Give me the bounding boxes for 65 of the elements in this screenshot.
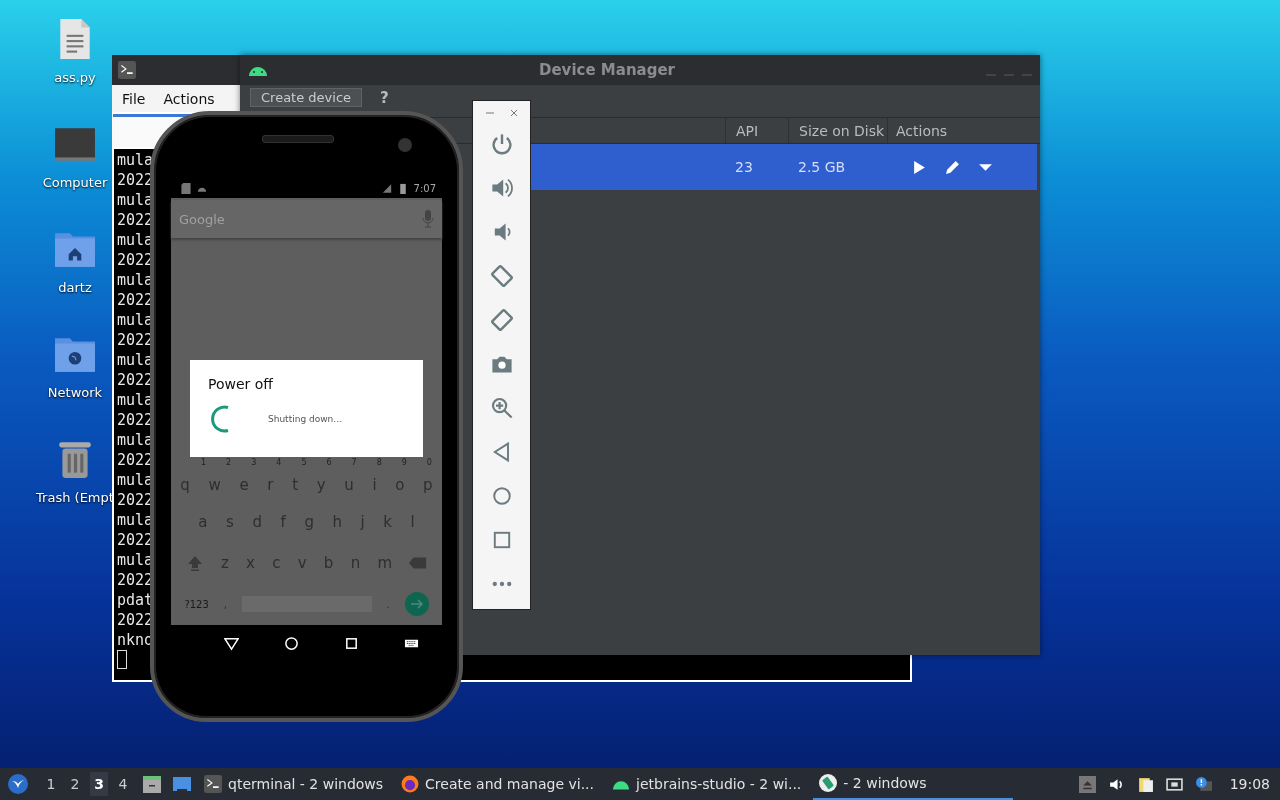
- overview-icon[interactable]: [344, 635, 360, 651]
- rotate-right-icon[interactable]: [489, 308, 514, 332]
- desktop-icon-label[interactable]: Network: [47, 385, 103, 400]
- device-row[interactable]: 23 2.5 GB: [531, 144, 1037, 190]
- window-title: Device Manager: [539, 61, 675, 79]
- fox-globe-icon: [401, 775, 420, 793]
- close-icon[interactable]: [508, 108, 519, 118]
- volume-up-icon[interactable]: [489, 176, 514, 200]
- status-time: 7:07: [413, 182, 436, 194]
- help-button[interactable]: ?: [374, 88, 395, 108]
- column-header[interactable]: Actions: [887, 118, 1017, 143]
- clipboard-icon[interactable]: [1136, 775, 1154, 793]
- clock[interactable]: 19:08: [1229, 776, 1270, 792]
- task-button[interactable]: Create and manage vi...: [395, 768, 600, 800]
- dialog-title: Power off: [208, 376, 275, 392]
- table-cell-text: 23: [734, 159, 754, 175]
- key-hint: 5: [301, 458, 307, 468]
- desktop-icon-label[interactable]: dartz: [58, 280, 92, 295]
- column-header[interactable]: API: [725, 118, 788, 143]
- desktop-icon-label[interactable]: ass.py: [54, 70, 96, 85]
- network-icon[interactable]: [1165, 775, 1183, 793]
- desktop-icon-label[interactable]: Computer: [42, 175, 108, 190]
- task-button[interactable]: - 2 windows: [813, 768, 1013, 800]
- workspace-button[interactable]: 3: [90, 772, 108, 796]
- terminal-line: pdat: [117, 590, 154, 610]
- signal-icon: [381, 182, 392, 194]
- back-icon[interactable]: [223, 635, 239, 651]
- key-hint: 2: [226, 458, 232, 468]
- rotate-left-icon[interactable]: [489, 264, 514, 288]
- battery-icon: [397, 182, 408, 194]
- key-hint: 4: [276, 458, 282, 468]
- eject-icon[interactable]: [1078, 775, 1096, 793]
- workspace-button[interactable]: 2: [66, 772, 84, 796]
- column-header[interactable]: Size on Disk: [788, 118, 887, 143]
- workspace-button[interactable]: 4: [114, 772, 132, 796]
- front-camera: [398, 138, 412, 152]
- file-cabinet-icon[interactable]: [142, 774, 162, 794]
- terminal-line: mula: [117, 150, 154, 170]
- task-button[interactable]: qterminal - 2 windows: [198, 768, 390, 800]
- search-placeholder: Google: [179, 211, 226, 227]
- terminal-icon: [204, 775, 222, 793]
- android-icon: [248, 64, 268, 76]
- workspace-button[interactable]: 1: [42, 772, 60, 796]
- terminal-icon: [118, 61, 136, 79]
- phone-badge-icon: [819, 774, 838, 792]
- text-cursor: [117, 650, 127, 669]
- search-bar[interactable]: Google: [171, 200, 442, 238]
- bird-logo-icon[interactable]: [8, 774, 28, 794]
- menu-item[interactable]: File: [122, 88, 146, 109]
- dialog-message: Shutting down…: [268, 414, 343, 424]
- home-icon[interactable]: [283, 635, 299, 651]
- table-cell-text: 2.5 GB: [797, 159, 847, 175]
- update-alert-icon[interactable]: [1194, 775, 1212, 793]
- desktop-icon-label[interactable]: Trash (Empt: [36, 490, 114, 505]
- power-icon[interactable]: [489, 132, 514, 156]
- sd-card-icon: [181, 182, 191, 194]
- key-hint: 1: [201, 458, 207, 468]
- menu-item[interactable]: Actions: [163, 88, 215, 109]
- create-device-button[interactable]: Create device: [250, 88, 363, 107]
- keyboard-key[interactable]: ?123: [184, 598, 209, 610]
- desktop-icon[interactable]: [172, 774, 192, 794]
- speaker-grille: [262, 135, 334, 143]
- pencil-icon[interactable]: [945, 159, 960, 175]
- zoom-icon[interactable]: [489, 396, 514, 420]
- task-button[interactable]: jetbrains-studio - 2 wi...: [606, 768, 808, 800]
